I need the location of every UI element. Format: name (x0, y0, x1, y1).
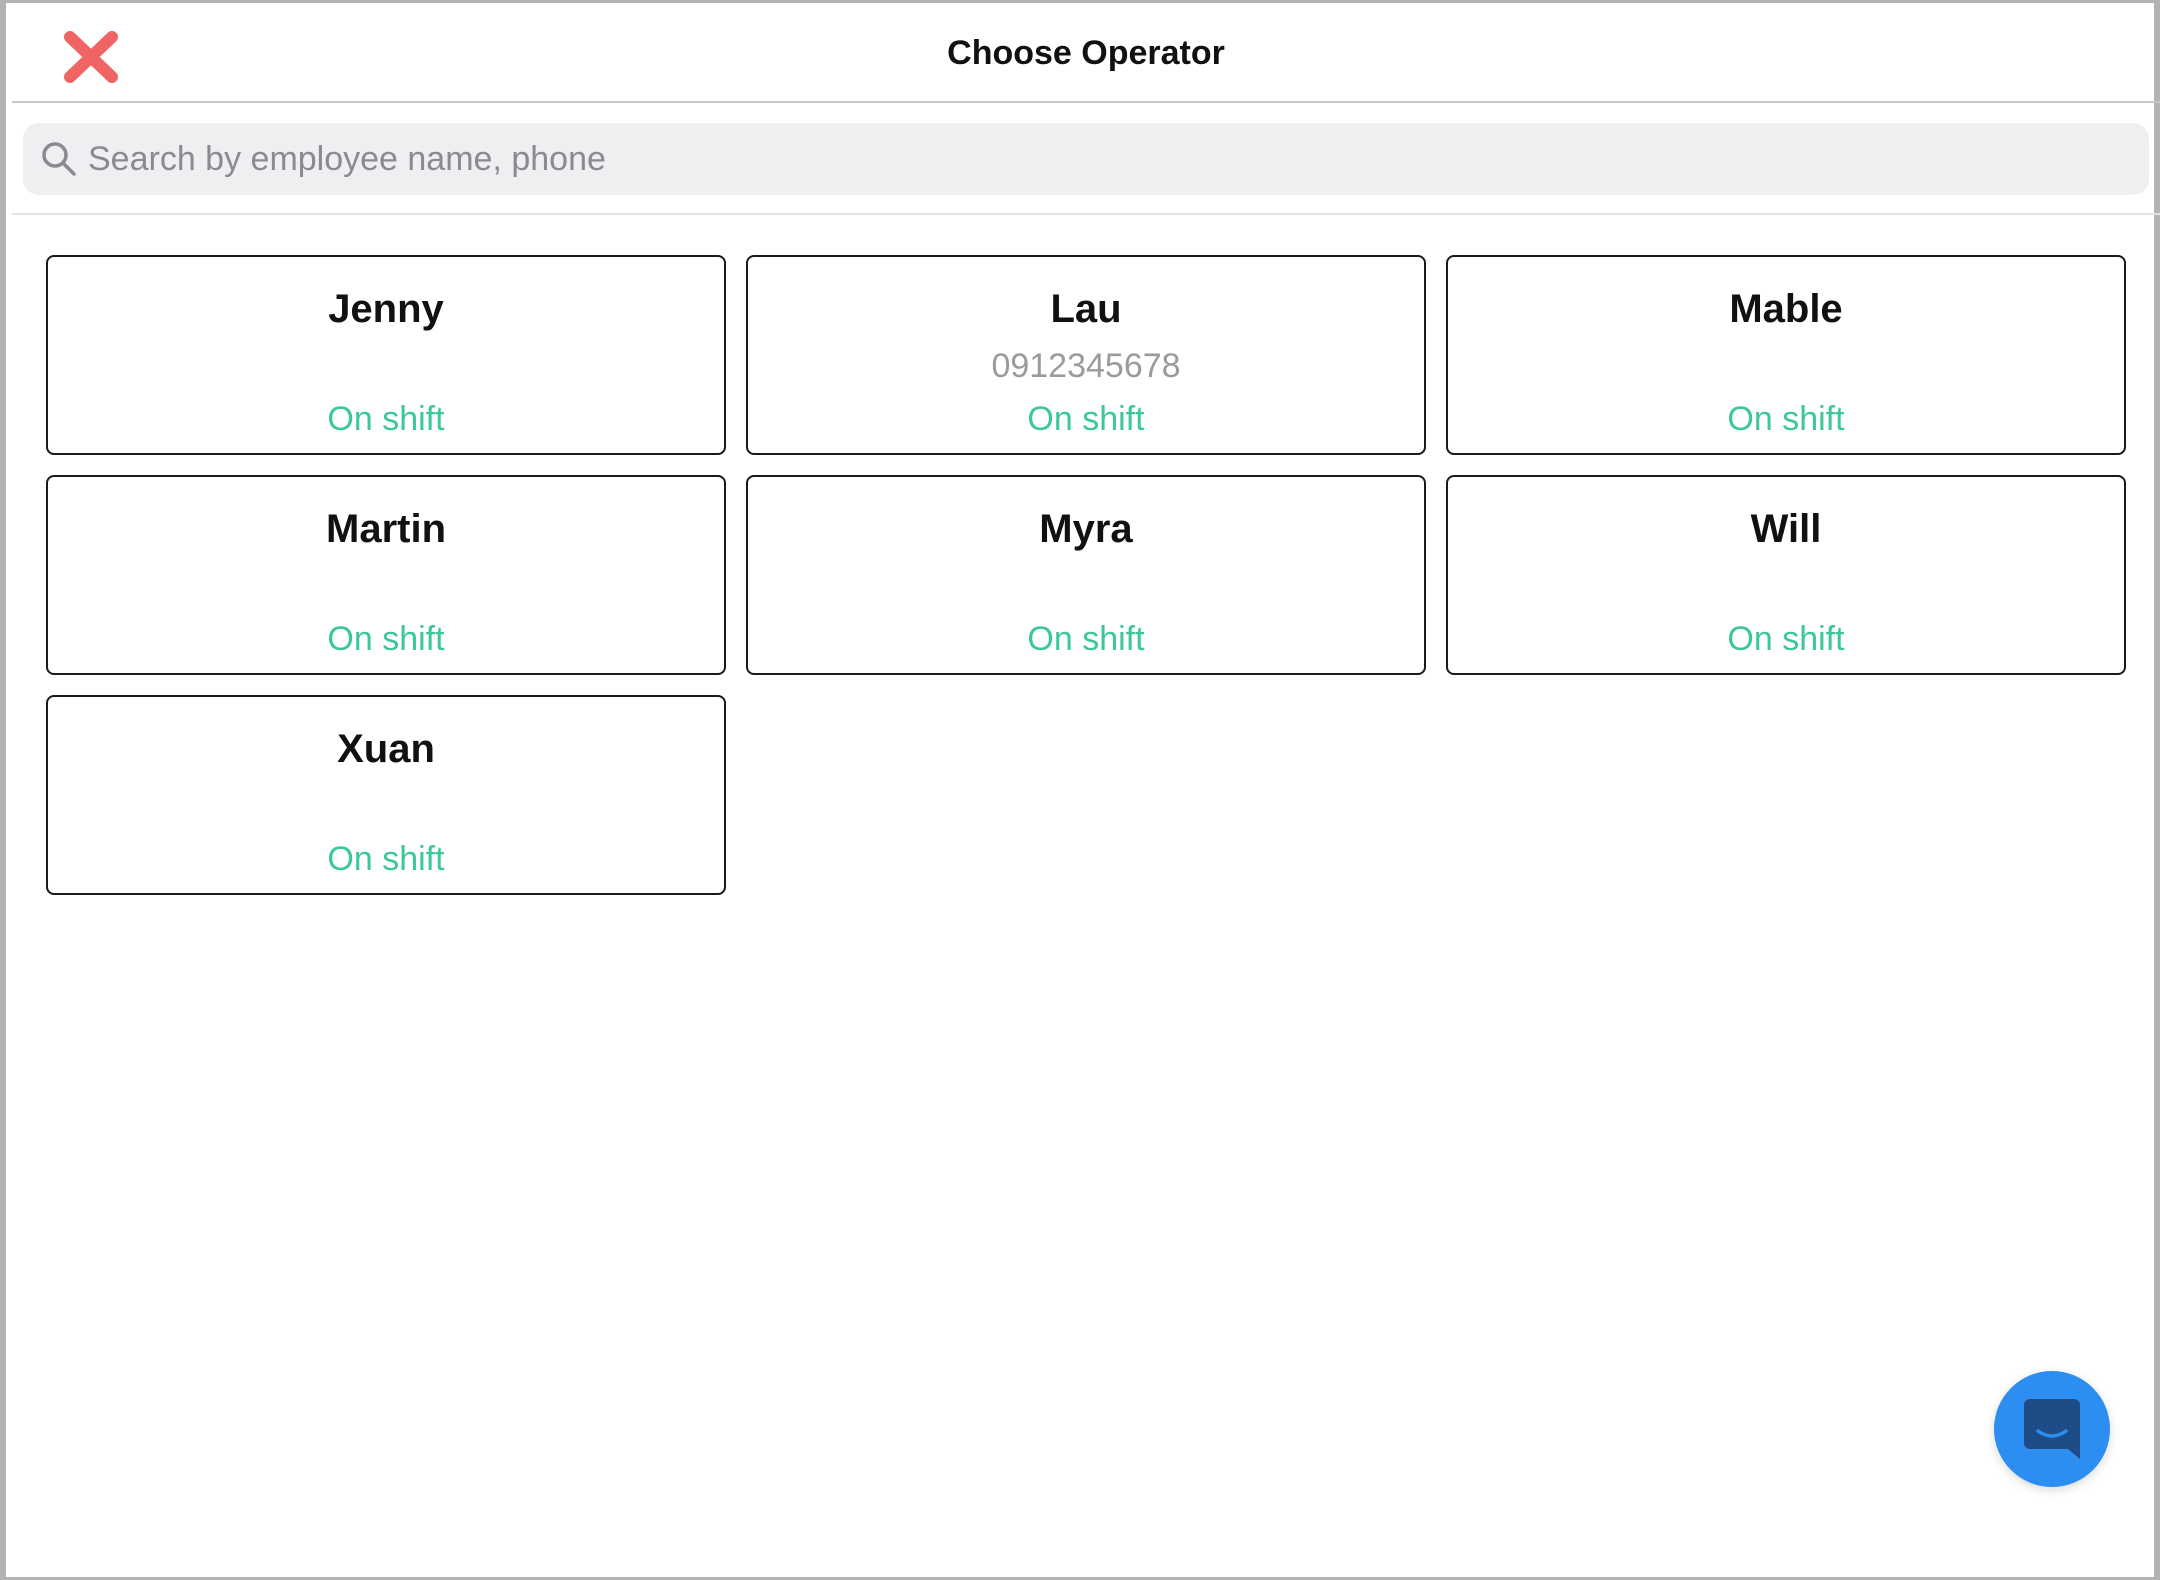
operator-status: On shift (1027, 400, 1145, 438)
operator-status: On shift (327, 620, 445, 658)
operator-status: On shift (1727, 400, 1845, 438)
chat-icon (2024, 1399, 2080, 1459)
operator-status: On shift (1727, 620, 1845, 658)
operator-name: Martin (326, 507, 446, 551)
operator-card-jenny[interactable]: Jenny On shift (46, 255, 726, 455)
operator-status: On shift (1027, 620, 1145, 658)
operator-status: On shift (327, 400, 445, 438)
operator-phone: 0912345678 (991, 347, 1181, 385)
operator-name: Myra (1039, 507, 1133, 551)
search-input[interactable] (88, 123, 2128, 195)
operator-grid: Jenny On shift Lau 0912345678 On shift M… (46, 255, 2126, 895)
app-window: Choose Operator Jenny On shift Lau 09123… (0, 0, 2160, 1580)
page-title: Choose Operator (947, 34, 1225, 72)
operator-name: Jenny (328, 287, 444, 331)
operator-card-lau[interactable]: Lau 0912345678 On shift (746, 255, 1426, 455)
operator-name: Will (1750, 507, 1822, 551)
search-box[interactable] (23, 123, 2149, 195)
search-icon (40, 140, 78, 178)
operator-name: Xuan (337, 727, 435, 771)
operator-name: Mable (1729, 287, 1843, 331)
header-bar: Choose Operator (12, 6, 2160, 103)
chat-button[interactable] (1994, 1371, 2110, 1487)
operator-card-martin[interactable]: Martin On shift (46, 475, 726, 675)
operator-status: On shift (327, 840, 445, 878)
operator-name: Lau (1050, 287, 1122, 331)
operator-card-xuan[interactable]: Xuan On shift (46, 695, 726, 895)
operator-card-will[interactable]: Will On shift (1446, 475, 2126, 675)
search-area (12, 103, 2160, 215)
operator-card-myra[interactable]: Myra On shift (746, 475, 1426, 675)
operator-card-mable[interactable]: Mable On shift (1446, 255, 2126, 455)
